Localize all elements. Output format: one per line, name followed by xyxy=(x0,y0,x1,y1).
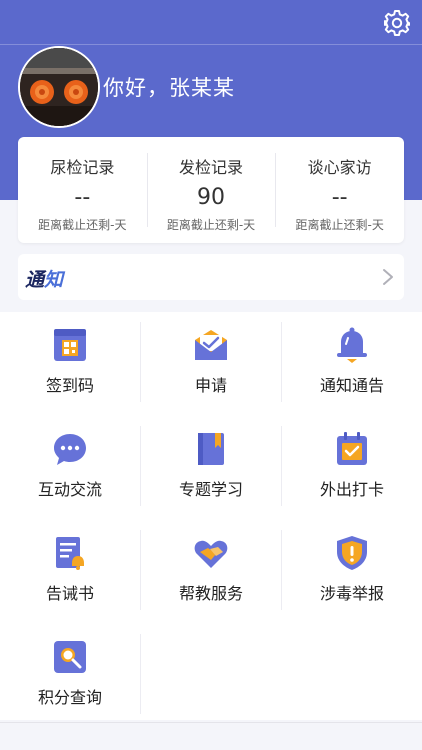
stat-value: 90 xyxy=(197,185,225,210)
menu-item-warning-letter[interactable]: 告诫书 xyxy=(0,520,140,623)
menu-item-points-query[interactable]: 积分查询 xyxy=(0,624,140,727)
avatar[interactable] xyxy=(18,46,100,128)
menu-item-label: 外出打卡 xyxy=(319,480,384,499)
menu-item-signin-code[interactable]: 签到码 xyxy=(0,312,140,415)
menu-item-label: 积分查询 xyxy=(37,688,102,707)
chevron-right-icon xyxy=(383,269,393,285)
avatar-roses-image xyxy=(20,48,98,126)
search-icon xyxy=(54,641,86,673)
stat-title: 谈心家访 xyxy=(307,158,372,177)
stat-note: 距离截止还剩-天 xyxy=(295,218,384,232)
menu-item-label: 互动交流 xyxy=(37,480,102,499)
bottom-divider xyxy=(0,722,422,723)
stats-card: 尿检记录 -- 距离截止还剩-天 发检记录 90 距离截止还剩-天 谈心家访 -… xyxy=(18,137,404,243)
menu-item-study[interactable]: 专题学习 xyxy=(141,416,281,519)
stat-value: -- xyxy=(331,185,348,210)
stat-home-visit[interactable]: 谈心家访 -- 距离截止还剩-天 xyxy=(275,137,404,243)
stat-title: 尿检记录 xyxy=(50,158,115,177)
gear-icon[interactable] xyxy=(382,8,412,38)
notice-label-a: 通 xyxy=(25,269,45,291)
document-alert-icon xyxy=(56,537,84,570)
stat-title: 发检记录 xyxy=(179,158,244,177)
envelope-icon xyxy=(195,330,227,360)
menu-item-announcements[interactable]: 通知通告 xyxy=(282,312,422,415)
stat-urine-test[interactable]: 尿检记录 -- 距离截止还剩-天 xyxy=(18,137,147,243)
grid-divider xyxy=(140,634,141,714)
menu-item-label: 涉毒举报 xyxy=(319,584,384,603)
greeting-text: 你好，张某某 xyxy=(103,76,235,100)
qr-code-icon xyxy=(54,329,86,361)
menu-item-label: 申请 xyxy=(194,376,227,395)
stat-value: -- xyxy=(74,185,91,210)
menu-item-drug-report[interactable]: 涉毒举报 xyxy=(282,520,422,623)
shield-alert-icon xyxy=(337,536,367,570)
stat-note: 距离截止还剩-天 xyxy=(166,218,256,232)
menu-item-label: 专题学习 xyxy=(178,480,243,499)
menu-grid: 签到码 申请 通知通告 互动交流 专题学习 外出打卡 告诫书 帮教服务 涉毒举报… xyxy=(0,312,422,720)
menu-item-apply[interactable]: 申请 xyxy=(141,312,281,415)
menu-item-label: 帮教服务 xyxy=(178,584,243,603)
menu-item-checkin-out[interactable]: 外出打卡 xyxy=(282,416,422,519)
stat-hair-test[interactable]: 发检记录 90 距离截止还剩-天 xyxy=(146,137,276,243)
menu-item-interaction[interactable]: 互动交流 xyxy=(0,416,140,519)
header-divider xyxy=(0,44,422,45)
calendar-check-icon xyxy=(337,432,367,465)
menu-item-label: 签到码 xyxy=(45,376,94,395)
stat-note: 距离截止还剩-天 xyxy=(38,218,127,232)
chat-bubble-icon xyxy=(54,434,86,465)
menu-item-label: 告诫书 xyxy=(45,584,94,603)
book-icon xyxy=(198,433,224,465)
handshake-heart-icon xyxy=(194,540,228,568)
menu-item-label: 通知通告 xyxy=(319,376,384,395)
notice-label: 通知 xyxy=(25,265,63,292)
bell-icon xyxy=(337,327,367,363)
notice-label-b: 知 xyxy=(44,269,64,291)
menu-item-assistance[interactable]: 帮教服务 xyxy=(141,520,281,623)
notice-bar[interactable]: 通知 xyxy=(18,254,404,300)
